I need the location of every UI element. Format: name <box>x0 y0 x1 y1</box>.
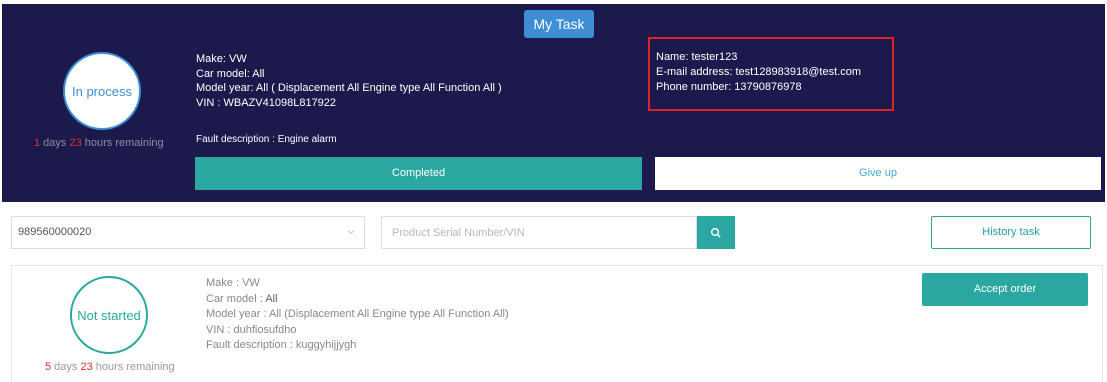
search-button[interactable] <box>697 216 735 249</box>
order-remaining-hours-text: hours remaining <box>92 361 175 373</box>
order-status-badge: Not started <box>70 276 148 354</box>
order-fault-text: Fault description : kuggyhijjygh <box>206 339 357 351</box>
device-select[interactable]: 989560000020 <box>11 216 365 249</box>
history-task-button[interactable]: History task <box>931 216 1091 249</box>
page: My Task In process 1 days 23 hours remai… <box>0 0 1107 382</box>
contact-info-box: Name: tester123 E-mail address: test1289… <box>648 37 894 111</box>
time-remaining: 1 days 23 hours remaining <box>34 137 164 149</box>
search-icon <box>711 227 721 238</box>
chevron-down-icon <box>347 230 355 235</box>
accept-order-button[interactable]: Accept order <box>922 273 1088 306</box>
order-car-model-value: All <box>265 292 278 305</box>
task-status-badge: In process <box>63 52 141 130</box>
contact-email: E-mail address: test128983918@test.com <box>656 66 861 78</box>
device-select-value: 989560000020 <box>18 226 92 238</box>
contact-name: Name: tester123 <box>656 51 738 63</box>
serial-vin-search-input[interactable] <box>381 216 697 249</box>
model-year-text: Model year: All ( Displacement All Engin… <box>196 82 502 94</box>
order-remaining-days-text: days <box>51 361 81 373</box>
order-make-text: Make : VW <box>206 277 260 289</box>
remaining-hours-text: hours remaining <box>81 137 164 149</box>
vin-text: VIN : WBAZV41098L817922 <box>196 96 337 109</box>
completed-button[interactable]: Completed <box>195 157 642 190</box>
order-time-remaining: 5 days 23 hours remaining <box>45 361 175 373</box>
make-text: Make: VW <box>196 53 247 65</box>
contact-phone: Phone number: 13790876978 <box>656 81 802 93</box>
order-vin-text: VIN : duhfiosufdho <box>206 323 297 336</box>
panel-title: My Task <box>524 10 594 38</box>
remaining-days-text: days <box>40 137 70 149</box>
remaining-hours: 23 <box>69 137 82 149</box>
give-up-button[interactable]: Give up <box>655 157 1101 190</box>
order-car-model-label: Car model : <box>206 292 266 305</box>
fault-description: Fault description : Engine alarm <box>196 134 337 145</box>
car-model-text: Car model: All <box>196 67 265 80</box>
order-vehicle-info: Make : VW Car model : All Model year : A… <box>206 276 509 354</box>
order-model-year-text: Model year : All (Displacement All Engin… <box>206 308 509 320</box>
order-car-model-row: Car model : All <box>206 292 509 308</box>
order-remaining-hours: 23 <box>80 361 93 373</box>
vehicle-info: Make: VW Car model: All Model year: All … <box>196 52 502 110</box>
